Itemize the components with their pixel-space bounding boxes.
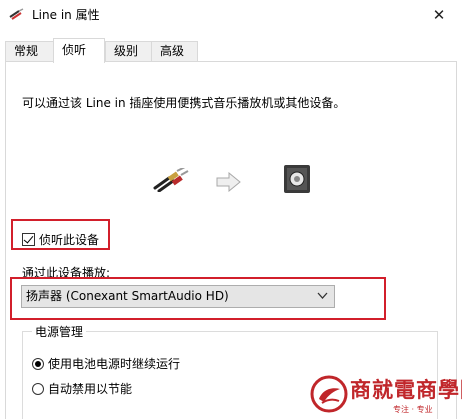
radio-button[interactable] <box>32 382 44 395</box>
power-option-label: 自动禁用以节能 <box>48 382 133 396</box>
watermark-text: 商就電商學院 <box>350 377 462 402</box>
window-title: Line in 属性 <box>32 8 100 22</box>
title-bar: Line in 属性 ✕ <box>0 0 462 30</box>
power-group-title: 电源管理 <box>32 323 87 340</box>
close-button[interactable]: ✕ <box>416 0 462 30</box>
tab-general[interactable]: 常规 <box>5 41 54 62</box>
audio-jack-icon <box>153 168 189 192</box>
power-option-battery[interactable]: 使用电池电源时继续运行 <box>32 355 180 372</box>
speaker-icon <box>284 165 310 193</box>
listen-description: 可以通过该 Line in 插座使用便携式音乐播放机或其他设备。 <box>22 96 346 110</box>
power-option-auto-disable[interactable]: 自动禁用以节能 <box>32 380 132 397</box>
audio-jack-icon <box>9 8 24 20</box>
highlight-box-checkbox <box>11 219 110 250</box>
watermark-subtext: 专注 · 专业 <box>393 405 433 414</box>
arrow-right-icon <box>216 172 241 192</box>
tab-advanced[interactable]: 高级 <box>151 41 198 62</box>
watermark-logo-icon <box>310 375 348 413</box>
radio-button[interactable] <box>32 357 44 370</box>
highlight-box-select <box>10 277 386 320</box>
watermark: 商就電商學院 专注 · 专业 <box>305 371 462 419</box>
power-option-label: 使用电池电源时继续运行 <box>48 357 181 371</box>
close-icon: ✕ <box>432 6 446 24</box>
tab-listen[interactable]: 侦听 <box>53 38 105 63</box>
tab-levels[interactable]: 级别 <box>105 41 152 62</box>
